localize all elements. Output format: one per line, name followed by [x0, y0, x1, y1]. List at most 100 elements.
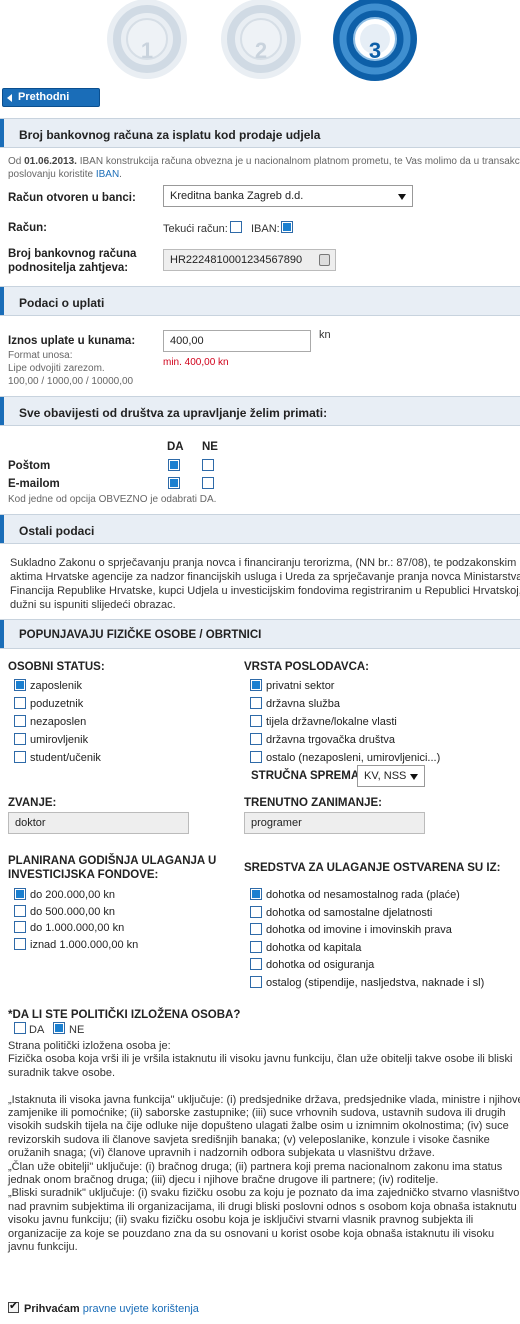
title-input[interactable]: doktor: [8, 812, 189, 834]
pep-definition: Strana politički izložena osoba je: Fizič…: [8, 1040, 520, 1254]
chevron-down-icon: [410, 774, 418, 780]
investment-option-checkbox[interactable]: [14, 937, 26, 950]
pep-definition-line: jednak onom bračnog druga; (iii) djecu i…: [8, 1174, 439, 1187]
step-3-indicator: 3: [330, 0, 420, 81]
investment-option-label: do 500.000,00 kn: [30, 905, 116, 918]
amount-input[interactable]: 400,00: [163, 330, 311, 352]
employer-type-option-checkbox[interactable]: [250, 751, 262, 763]
iban-checkbox[interactable]: [281, 221, 293, 233]
account-number-label-2: podnositelja zahtjeva:: [8, 262, 129, 274]
funds-source-option-checkbox[interactable]: [250, 940, 262, 953]
occupation-label: TRENUTNO ZANIMANJE:: [244, 797, 382, 809]
pep-no-label: NE: [69, 1024, 85, 1036]
pep-no-checkbox[interactable]: [53, 1022, 65, 1034]
bank-label: Račun otvoren u banci:: [8, 192, 136, 204]
payment-section-title: Podaci o uplati: [19, 296, 105, 310]
personal-status-title: OSOBNI STATUS:: [8, 661, 105, 673]
bank-select-value: Kreditna banka Zagreb d.d.: [170, 190, 304, 202]
funds-source-option-checkbox[interactable]: [250, 958, 262, 970]
funds-source-option-checkbox[interactable]: [250, 975, 262, 988]
payment-section-header: Podaci o uplati: [0, 286, 520, 316]
occupation-input[interactable]: programer: [244, 812, 425, 834]
investment-option-checkbox[interactable]: [14, 888, 26, 900]
pep-definition-line: oružanih snaga; (vi) članove upravnih i …: [8, 1147, 435, 1160]
funds-source-option-checkbox[interactable]: [250, 888, 262, 900]
qualification-select[interactable]: KV, NSS: [357, 765, 425, 787]
iban-link[interactable]: IBAN: [96, 169, 119, 180]
employer-type-option-checkbox[interactable]: [250, 733, 262, 745]
employer-type-option-checkbox[interactable]: [250, 679, 262, 691]
iban-note: Od 01.06.2013. IBAN konstrukcija računa …: [8, 156, 520, 167]
notify-email-yes-checkbox[interactable]: [168, 477, 180, 489]
current-account-label: Tekući račun:: [163, 223, 228, 235]
step-2-number: 2: [254, 38, 268, 63]
legal-terms-link[interactable]: pravne uvjete korištenja: [83, 1303, 199, 1315]
bank-select[interactable]: Kreditna banka Zagreb d.d.: [163, 185, 413, 207]
personal-status-option-checkbox[interactable]: [14, 697, 26, 709]
notifications-section-header: Sve obavijesti od društva za upravljanje…: [0, 396, 520, 426]
funds-source-option-checkbox[interactable]: [250, 905, 262, 918]
investment-title-2: INVESTICIJSKA FONDOVE:: [8, 869, 159, 881]
personal-status-option-checkbox[interactable]: [14, 715, 26, 727]
funds-source-option-label: dohotka od imovine i imovinskih prava: [266, 924, 452, 936]
funds-source-option-label: dohotka od kapitala: [266, 941, 362, 954]
personal-status-option-checkbox[interactable]: [14, 751, 26, 763]
account-number-value: HR2224810001234567890: [170, 254, 303, 266]
previous-step-label: Prethodni korak: [18, 91, 70, 120]
notify-post-no-checkbox[interactable]: [202, 459, 214, 471]
chevron-down-icon: [398, 194, 406, 200]
funds-source-option-label: dohotka od nesamostalnog rada (plaće): [266, 889, 460, 901]
min-amount-warning: min. 400,00 kn: [163, 357, 229, 368]
step-2-indicator: 2: [216, 0, 306, 79]
funds-source-option-checkbox[interactable]: [250, 923, 262, 935]
investment-option-checkbox[interactable]: [14, 921, 26, 933]
iban-note-date: 01.06.2013.: [24, 156, 77, 167]
personal-status-option-checkbox[interactable]: [14, 679, 26, 691]
step-3-number: 3: [368, 38, 382, 63]
bank-account-section-header: Broj bankovnog računa za isplatu kod pro…: [0, 118, 520, 148]
amount-value: 400,00: [170, 335, 204, 347]
iban-option-label: IBAN:: [251, 223, 280, 235]
investment-option-label: do 1.000.000,00 kn: [30, 922, 125, 934]
natural-persons-section-header: POPUNJAVAJU FIZIČKE OSOBE / OBRTNICI: [0, 619, 520, 649]
title-label: ZVANJE:: [8, 797, 57, 809]
personal-status-option-label: nezaposlen: [30, 716, 87, 728]
funds-source-title: SREDSTVA ZA ULAGANJE OSTVARENA SU IZ:: [244, 862, 501, 874]
employer-type-option-checkbox[interactable]: [250, 697, 262, 709]
step-1-indicator: 1: [102, 0, 192, 79]
accept-terms-label: Prihvaćam: [24, 1303, 80, 1315]
natural-persons-section-title: POPUNJAVAJU FIZIČKE OSOBE / OBRTNICI: [19, 629, 262, 641]
accept-terms-checkbox[interactable]: ✔: [8, 1300, 19, 1313]
personal-status-option-checkbox[interactable]: [14, 733, 26, 745]
employer-type-option-checkbox[interactable]: [250, 715, 262, 727]
pep-definition-line: visokih sudskih tijela na čije odluke ni…: [8, 1120, 509, 1133]
amount-label: Iznos uplate u kunama:: [8, 335, 136, 347]
investment-option-checkbox[interactable]: [14, 904, 26, 917]
iban-note-line2: poslovanju koristite IBAN.: [8, 169, 122, 180]
pep-definition-line: visoku javnu funkciju; (ii) svaku fizičk…: [8, 1214, 474, 1227]
pep-definition-line: [8, 1080, 520, 1093]
pep-question: *DA LI STE POLITIČKI IZLOŽENA OSOBA?: [8, 1009, 241, 1021]
account-number-input[interactable]: HR2224810001234567890: [163, 249, 336, 271]
pep-definition-line: revizorskih sudova ili članove savjeta s…: [8, 1133, 490, 1146]
pep-definition-line: javnu funkciju.: [8, 1241, 78, 1254]
previous-step-button[interactable]: Prethodni korak: [2, 88, 100, 120]
personal-status-option-label: zaposlenik: [30, 680, 82, 692]
pep-yes-label: DA: [29, 1024, 45, 1036]
notify-email-no-checkbox[interactable]: [202, 477, 214, 489]
employer-type-option-label: privatni sektor: [266, 680, 335, 692]
notify-post-label: Poštom: [8, 460, 51, 472]
pep-definition-line: zamjenike ili pomoćnike; (ii) saborske z…: [8, 1107, 506, 1120]
qualification-value: KV, NSS: [364, 770, 407, 782]
pep-definition-line: organizacije za koje se pouzdano zna da …: [8, 1227, 495, 1240]
current-account-checkbox[interactable]: [230, 221, 242, 233]
funds-source-option-label: ostalog (stipendije, nasljedstva, naknad…: [266, 976, 485, 989]
accept-terms-row: Prihvaćam pravne uvjete korištenja: [24, 1303, 199, 1315]
format-hint-3: 100,00 / 1000,00 / 10000,00: [8, 376, 134, 387]
account-number-label-1: Broj bankovnog računa: [8, 248, 137, 260]
pep-yes-checkbox[interactable]: [14, 1022, 26, 1034]
notify-post-yes-checkbox[interactable]: [168, 459, 180, 471]
investment-option-label: do 200.000,00 kn: [30, 889, 116, 901]
notifications-section-title: Sve obavijesti od društva za upravljanje…: [19, 406, 328, 420]
qualification-label: STRUČNA SPREMA:: [251, 770, 364, 782]
